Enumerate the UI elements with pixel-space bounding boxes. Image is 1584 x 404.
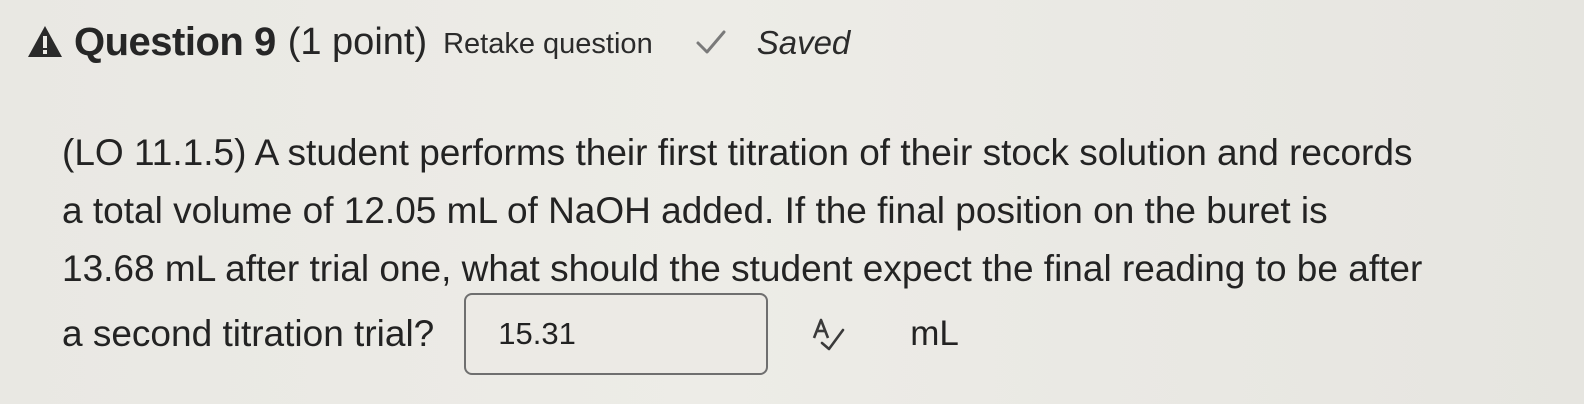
question-title: Question 9 [74, 19, 276, 64]
retake-question-link[interactable]: Retake question [443, 24, 653, 61]
question-line: a total volume of 12.05 mL of NaOH added… [62, 190, 1328, 231]
question-line: (LO 11.1.5) A student performs their fir… [62, 132, 1413, 173]
question-line: 13.68 mL after trial one, what should th… [62, 248, 1423, 289]
checkmark-icon [695, 27, 727, 57]
saved-status: Saved [756, 24, 851, 61]
question-header: Question 9 (1 point) Retake question Sav… [26, 16, 850, 68]
unit-label: mL [910, 314, 959, 353]
answer-input[interactable]: 15.31 [464, 293, 769, 375]
warning-triangle-icon [26, 23, 64, 61]
question-prompt-tail: a second titration trial? [62, 313, 435, 354]
answer-row: a second titration trial? 15.31 mL [62, 292, 959, 376]
question-text: (LO 11.1.5) A student performs their fir… [62, 124, 1562, 298]
question-points: (1 point) [287, 20, 428, 63]
spellcheck-icon[interactable] [808, 314, 848, 354]
